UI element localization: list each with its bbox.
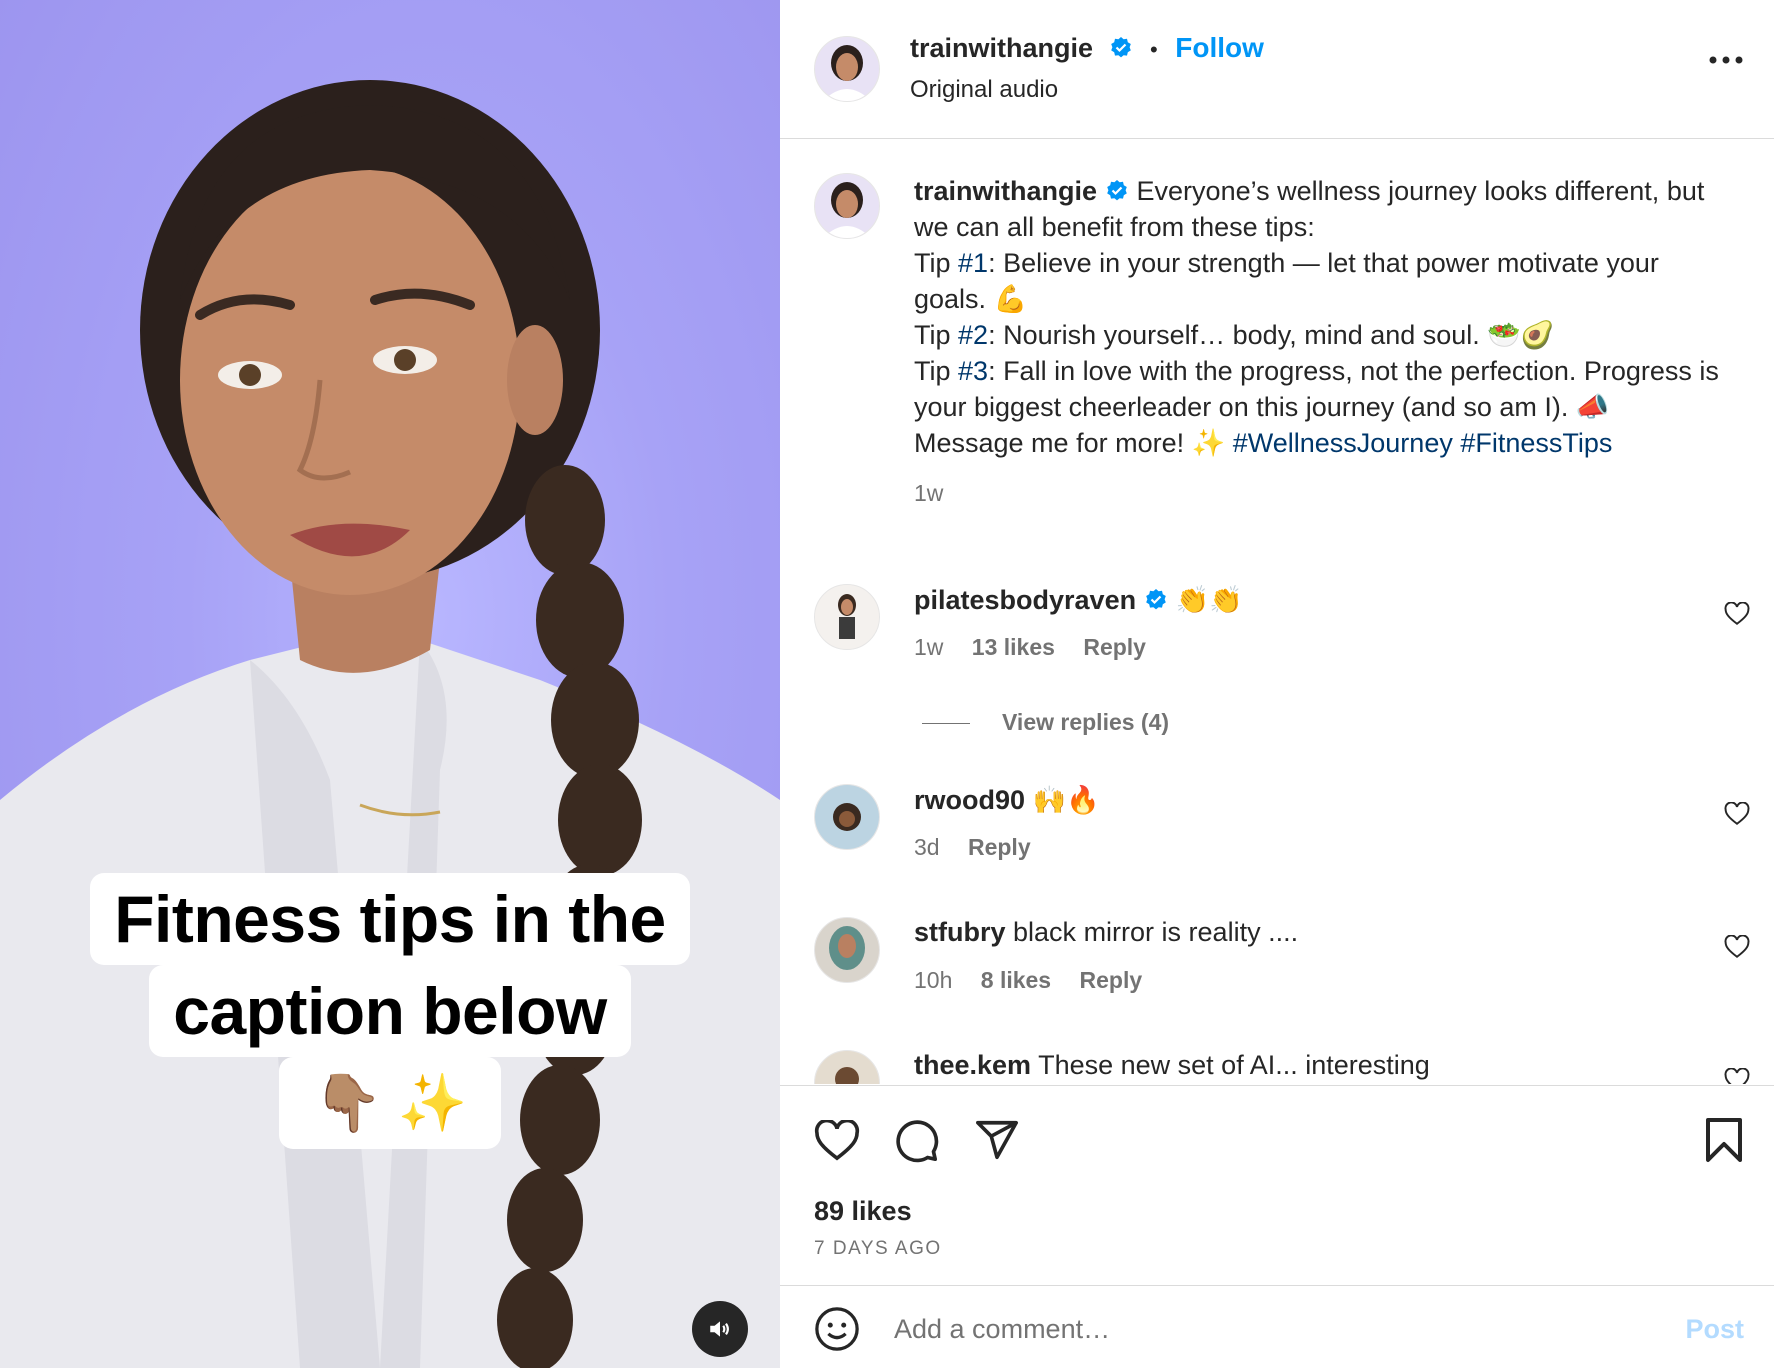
comment-bubble-icon[interactable] [894, 1118, 940, 1164]
comment-body: pilatesbodyraven 👏👏 [914, 584, 1243, 616]
comment-avatar[interactable] [814, 584, 880, 650]
avatar[interactable] [814, 36, 880, 102]
comment-username[interactable]: rwood90 [914, 785, 1025, 815]
comment-item: thee.kem These new set of AI... interest… [780, 1050, 1774, 1084]
comment-item: stfubry black mirror is reality .... 10h… [780, 917, 1774, 1007]
caption-tip-3: : Fall in love with the progress, not th… [914, 356, 1719, 422]
hashtag-link[interactable]: #WellnessJourney [1233, 428, 1453, 458]
audio-link[interactable]: Original audio [910, 76, 1058, 104]
post-panel: trainwithangie • Follow Original audio t… [780, 0, 1774, 1368]
post-caption: trainwithangie Everyone’s wellness journ… [914, 173, 1734, 511]
add-comment-bar: Post [780, 1285, 1774, 1369]
comment-avatar[interactable] [814, 1050, 880, 1084]
comment-avatar[interactable] [814, 917, 880, 983]
verified-badge-icon [1107, 180, 1127, 201]
comment-text: 👏👏 [1175, 585, 1243, 615]
verified-badge-icon [1110, 37, 1131, 58]
comment-username[interactable]: thee.kem [914, 1050, 1031, 1080]
comment-username[interactable]: pilatesbodyraven [914, 585, 1136, 615]
heart-icon[interactable] [1724, 602, 1750, 626]
overlay-line-1: Fitness tips in the [90, 873, 690, 965]
comment-body: thee.kem These new set of AI... interest… [914, 1050, 1430, 1081]
reply-button[interactable]: Reply [968, 834, 1031, 860]
comment-time[interactable]: 3d [914, 834, 940, 860]
reply-button[interactable]: Reply [1083, 634, 1146, 660]
comment-item: pilatesbodyraven 👏👏 1w 13 likes Reply [780, 584, 1774, 674]
overlay-emoji: 👇🏽 ✨ [279, 1057, 501, 1149]
reel-media[interactable]: Fitness tips in the caption below 👇🏽 ✨ [0, 0, 780, 1368]
person-image [0, 80, 780, 1368]
hashtag-link[interactable]: #FitnessTips [1460, 428, 1612, 458]
separator-dot: • [1150, 37, 1158, 62]
comment-text: These new set of AI... interesting [1038, 1050, 1430, 1080]
caption-cta: Message me for more! ✨ [914, 428, 1233, 458]
comment-text: 🙌🔥 [1032, 785, 1100, 815]
comment-time[interactable]: 1w [914, 634, 943, 660]
overlay-caption: Fitness tips in the caption below 👇🏽 ✨ [0, 873, 780, 1149]
caption-tip-2: : Nourish yourself… body, mind and soul.… [988, 320, 1555, 350]
caption-timestamp[interactable]: 1w [914, 475, 1734, 511]
comment-meta: 10h 8 likes Reply [914, 967, 1164, 994]
overlay-line-2: caption below [149, 965, 631, 1057]
comment-time[interactable]: 10h [914, 967, 952, 993]
comment-text: black mirror is reality .... [1013, 917, 1299, 947]
caption-tip-prefix: Tip [914, 248, 959, 278]
caption-tip-prefix: Tip [914, 320, 959, 350]
caption-username[interactable]: trainwithangie [914, 176, 1097, 206]
username-link[interactable]: trainwithangie [910, 33, 1093, 63]
post-age: 7 DAYS AGO [814, 1238, 942, 1259]
heart-icon[interactable] [1724, 935, 1750, 959]
emoji-picker-icon[interactable] [814, 1306, 860, 1352]
comment-meta: 1w 13 likes Reply [914, 634, 1168, 661]
reply-button[interactable]: Reply [1080, 967, 1143, 993]
bookmark-save-icon[interactable] [1704, 1116, 1744, 1164]
heart-icon[interactable] [1724, 1068, 1750, 1084]
comment-item: rwood90 🙌🔥 3d Reply [780, 784, 1774, 874]
caption-tip-1: : Believe in your strength — let that po… [914, 248, 1659, 314]
like-heart-icon[interactable] [814, 1120, 860, 1162]
comment-avatar[interactable] [814, 784, 880, 850]
follow-button[interactable]: Follow [1175, 32, 1264, 63]
comment-body: rwood90 🙌🔥 [914, 784, 1100, 816]
action-bar: 89 likes 7 DAYS AGO [780, 1085, 1774, 1286]
likes-count[interactable]: 89 likes [814, 1196, 912, 1227]
post-header: trainwithangie • Follow Original audio [780, 0, 1774, 139]
caption-avatar[interactable] [814, 173, 880, 239]
more-options-icon[interactable] [1708, 54, 1744, 66]
comment-input[interactable] [892, 1308, 1656, 1350]
comment-meta: 3d Reply [914, 834, 1053, 861]
comment-username[interactable]: stfubry [914, 917, 1006, 947]
sound-toggle-button[interactable] [692, 1301, 748, 1357]
hashtag-link[interactable]: #1 [958, 248, 988, 278]
view-replies-label: View replies (4) [1002, 709, 1170, 735]
comment-likes[interactable]: 13 likes [972, 634, 1055, 660]
heart-icon[interactable] [1724, 802, 1750, 826]
view-replies-button[interactable]: View replies (4) [922, 709, 1169, 736]
header-title-row: trainwithangie • Follow [910, 32, 1264, 64]
speaker-icon [710, 1321, 729, 1337]
hashtag-link[interactable]: #2 [958, 320, 988, 350]
comment-likes[interactable]: 8 likes [981, 967, 1051, 993]
share-send-icon[interactable] [974, 1118, 1020, 1162]
hashtag-link[interactable]: #3 [958, 356, 988, 386]
comments-section[interactable]: trainwithangie Everyone’s wellness journ… [780, 139, 1774, 1084]
verified-badge-icon [1146, 589, 1166, 610]
caption-tip-prefix: Tip [914, 356, 959, 386]
replies-divider [922, 723, 970, 725]
comment-body: stfubry black mirror is reality .... [914, 917, 1298, 948]
post-comment-button[interactable]: Post [1685, 1314, 1744, 1345]
